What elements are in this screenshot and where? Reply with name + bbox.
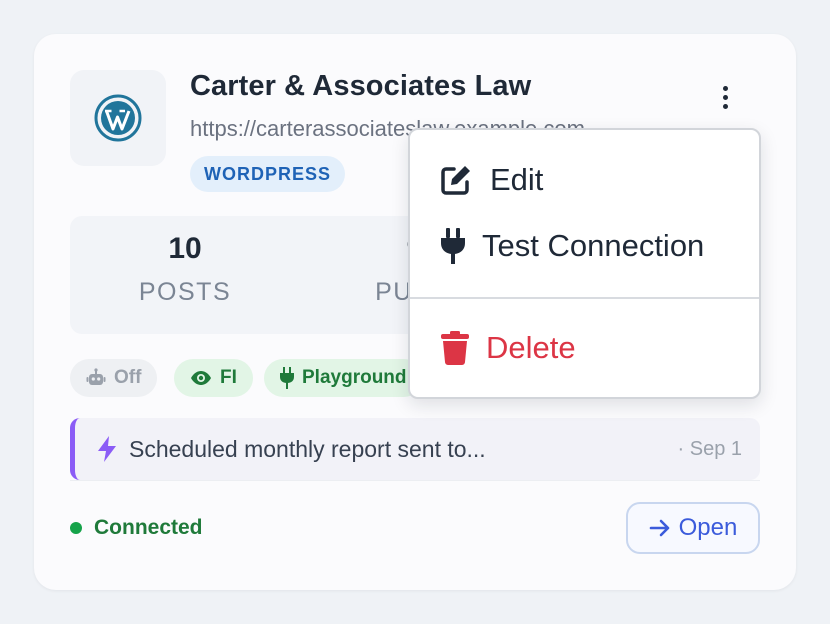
- wordpress-icon: [94, 94, 142, 142]
- edit-icon: [440, 164, 472, 196]
- options-dropdown-menu: Edit Test Connection Delete: [408, 128, 761, 399]
- menu-item-delete[interactable]: Delete: [410, 318, 759, 378]
- more-options-button[interactable]: [710, 80, 740, 114]
- status-dot-icon: [70, 522, 82, 534]
- chip-playground[interactable]: Playground: [264, 359, 423, 397]
- menu-label-delete: Delete: [486, 330, 576, 365]
- kebab-icon: [722, 85, 728, 91]
- chip-label: FI: [220, 367, 237, 388]
- open-button[interactable]: Open: [626, 502, 760, 554]
- menu-label-edit: Edit: [490, 162, 544, 197]
- chip-label: Playground: [302, 367, 407, 388]
- site-logo: [70, 70, 166, 166]
- plug-icon: [280, 367, 294, 389]
- latest-activity[interactable]: Scheduled monthly report sent to... · Se…: [70, 418, 760, 480]
- eye-icon: [191, 371, 211, 385]
- stat-label: POSTS: [138, 278, 232, 306]
- menu-label-test-connection: Test Connection: [482, 228, 705, 263]
- stat-posts: 10 POSTS: [70, 216, 300, 334]
- connection-status: Connected: [70, 516, 203, 540]
- robot-icon: [86, 368, 106, 385]
- chip-label: Off: [114, 367, 142, 388]
- menu-item-edit[interactable]: Edit: [410, 150, 759, 210]
- status-label: Connected: [94, 516, 203, 539]
- bolt-icon: [97, 436, 117, 467]
- arrow-right-icon: [649, 519, 669, 537]
- chip-automation[interactable]: Off: [70, 359, 158, 397]
- menu-divider: [410, 297, 759, 299]
- activity-text: Scheduled monthly report sent to...: [129, 436, 486, 462]
- trash-icon: [440, 331, 470, 365]
- chip-visibility[interactable]: FI: [174, 359, 253, 397]
- site-title: Carter & Associates Law: [190, 70, 532, 102]
- footer-divider: [70, 480, 760, 481]
- open-label: Open: [678, 514, 738, 541]
- plug-icon: [440, 228, 466, 264]
- activity-date: · Sep 1: [677, 438, 742, 460]
- platform-badge: WORDPRESS: [190, 156, 346, 192]
- stat-value: 10: [168, 232, 202, 265]
- menu-item-test-connection[interactable]: Test Connection: [410, 216, 759, 276]
